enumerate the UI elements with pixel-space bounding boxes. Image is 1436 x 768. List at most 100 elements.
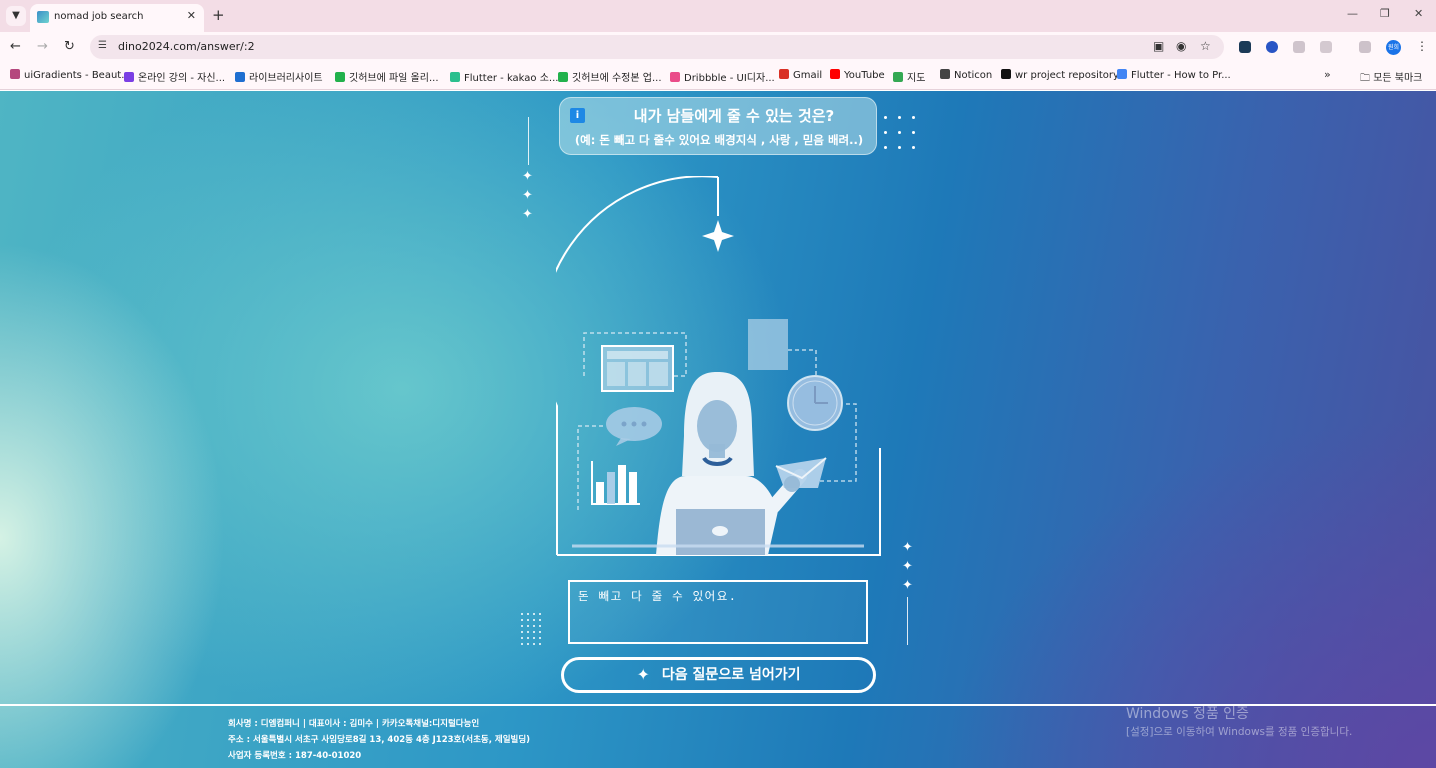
bookmark-label: 지도 (907, 73, 926, 84)
bookmark-favicon-icon (335, 72, 345, 82)
bookmark-label: 온라인 강의 - 자신... (138, 73, 226, 84)
active-tab[interactable]: nomad job search ✕ (30, 4, 204, 32)
tab-strip: ▼ nomad job search ✕ + — ❐ ✕ (0, 0, 1436, 32)
bookmark-favicon-icon (940, 69, 950, 79)
bookmark-favicon-icon (1117, 69, 1127, 79)
back-arrow-icon[interactable]: ← (10, 39, 21, 54)
site-info-icon[interactable]: ☰ (98, 40, 107, 51)
site-favicon-icon (37, 11, 49, 23)
tab-search-button[interactable]: ▼ (6, 6, 26, 26)
bookmark-label: Gmail (793, 70, 823, 81)
minimize-icon[interactable]: — (1347, 7, 1358, 20)
bookmark-label: uiGradients - Beaut... (24, 70, 131, 81)
tab-title: nomad job search (54, 11, 144, 22)
next-question-label: 다음 질문으로 넘어가기 (661, 667, 801, 683)
more-menu-icon[interactable]: ⋮ (1416, 39, 1428, 53)
windows-activation-watermark: Windows 정품 인증 [설정]으로 이동하여 Windows를 정품 인증… (1126, 703, 1352, 739)
decor-line-left (528, 117, 529, 165)
all-bookmarks-folder[interactable]: 🗀 모든 북마크 (1360, 69, 1422, 88)
page-content: ✦ ✦ ✦ ✦ ✦ ✦ i 내가 남들에게 줄 수 있는 것은? (예: 돈 빼… (0, 91, 1436, 768)
chat-bubble-icon (606, 407, 662, 446)
bookmark-item[interactable]: YouTube (830, 69, 885, 83)
watermark-subtitle: [설정]으로 이동하여 Windows를 정품 인증합니다. (1126, 726, 1353, 738)
sparkle-icon: ✦ (902, 559, 913, 574)
sparkle-icon: ✦ (636, 665, 650, 684)
bookmark-favicon-icon (235, 72, 245, 82)
sparkle-icon (702, 220, 734, 252)
tracking-eye-icon[interactable]: ◉ (1176, 39, 1186, 53)
close-window-icon[interactable]: ✕ (1414, 7, 1423, 20)
bookmarks-bar: » 🗀 모든 북마크 uiGradients - Beaut... 온라인 강의 … (0, 62, 1436, 90)
bookmark-item[interactable]: Flutter - How to Pr... (1117, 69, 1231, 83)
next-question-button[interactable]: ✦ 다음 질문으로 넘어가기 (561, 657, 876, 693)
watermark-title: Windows 정품 인증 (1126, 706, 1249, 722)
new-tab-button[interactable]: + (212, 6, 225, 24)
browser-toolbar: ← → ↻ ☰ dino2024.com/answer/:2 ▣ ◉ ☆ 원희 … (0, 32, 1436, 62)
bookmark-favicon-icon (450, 72, 460, 82)
address-bar[interactable]: ☰ dino2024.com/answer/:2 ▣ ◉ ☆ (90, 35, 1224, 59)
bookmark-favicon-icon (1001, 69, 1011, 79)
react-devtools-icon[interactable] (1239, 41, 1251, 53)
decor-dots-bottom (521, 613, 541, 645)
reading-list-icon[interactable] (1359, 41, 1371, 53)
sparkle-icon: ✦ (522, 188, 533, 203)
reload-icon[interactable]: ↻ (64, 39, 75, 54)
more-bookmarks-icon[interactable]: » (1324, 68, 1331, 81)
close-tab-icon[interactable]: ✕ (187, 9, 196, 22)
folder-icon: 🗀 (1360, 73, 1374, 84)
question-title: 내가 남들에게 줄 수 있는 것은? (633, 107, 835, 125)
bookmark-label: YouTube (844, 70, 885, 81)
bookmark-label: Dribbble - UI디자... (684, 73, 775, 84)
decor-line-right (907, 597, 908, 645)
footer-company: 회사명 : 디엠컴퍼니 | 대표이사 : 김미수 | 카카오톡채널:디지털다능인 (228, 719, 480, 729)
bookmark-favicon-icon (558, 72, 568, 82)
question-example: (예: 돈 빼고 다 줄수 있어요 배경지식 , 사랑 , 믿음 배려..) (574, 133, 864, 147)
restore-icon[interactable]: ❐ (1380, 7, 1390, 20)
bookmark-item[interactable]: 라이브러리사이트 (235, 69, 323, 84)
bookmark-label: 깃허브에 파일 올리... (349, 73, 439, 84)
all-bookmarks-label: 모든 북마크 (1373, 73, 1423, 84)
profile-avatar[interactable]: 원희 (1386, 40, 1401, 55)
bookmark-favicon-icon (893, 72, 903, 82)
bookmark-label: 라이브러리사이트 (249, 73, 323, 84)
extension-c-icon[interactable] (1293, 41, 1305, 53)
sparkle-icon: ✦ (522, 207, 533, 222)
sparkle-icon: ✦ (522, 169, 533, 184)
remote-worker-illustration (556, 176, 881, 556)
document-icon (748, 319, 788, 370)
bookmark-label: wr project repository (1015, 70, 1119, 81)
footer: 회사명 : 디엠컴퍼니 | 대표이사 : 김미수 | 카카오톡채널:디지털다능인… (228, 716, 530, 764)
bookmark-label: 깃허브에 수정본 업... (572, 73, 662, 84)
bookmark-label: Flutter - How to Pr... (1131, 70, 1231, 81)
bookmark-label: Noticon (954, 70, 993, 81)
sparkle-icon: ✦ (902, 578, 913, 593)
bookmark-item[interactable]: wr project repository (1001, 69, 1119, 83)
forward-arrow-icon[interactable]: → (37, 39, 48, 54)
bookmark-item[interactable]: Gmail (779, 69, 822, 83)
install-app-icon[interactable]: ▣ (1153, 39, 1164, 53)
extensions-puzzle-icon[interactable] (1320, 41, 1332, 53)
sparkle-icon: ✦ (902, 540, 913, 555)
question-card: i 내가 남들에게 줄 수 있는 것은? (예: 돈 빼고 다 줄수 있어요 배… (559, 97, 877, 155)
bookmark-item[interactable]: 지도 (893, 69, 926, 84)
footer-registration: 사업자 등록번호 : 187-40-01020 (228, 751, 362, 761)
bookmark-star-icon[interactable]: ☆ (1200, 39, 1211, 53)
bookmark-item[interactable]: Flutter - kakao 소... (450, 69, 559, 84)
footer-address: 주소 : 서울특별시 서초구 사임당로8길 13, 402동 4층 J123호(… (228, 735, 531, 745)
answer-textarea[interactable]: 돈 빼고 다 줄 수 있어요. (568, 580, 868, 644)
bookmark-label: Flutter - kakao 소... (464, 73, 559, 84)
bookmark-item[interactable]: Dribbble - UI디자... (670, 69, 775, 84)
bookmark-favicon-icon (779, 69, 789, 79)
bar-chart-icon (591, 461, 640, 505)
bookmark-item[interactable]: 깃허브에 파일 올리... (335, 69, 439, 84)
bookmark-favicon-icon (124, 72, 134, 82)
bookmark-favicon-icon (830, 69, 840, 79)
bookmark-item[interactable]: Noticon (940, 69, 992, 83)
globe-extension-icon[interactable] (1266, 41, 1278, 53)
bookmark-item[interactable]: 온라인 강의 - 자신... (124, 69, 226, 84)
bookmark-favicon-icon (670, 72, 680, 82)
bookmark-item[interactable]: uiGradients - Beaut... (10, 69, 131, 83)
bookmark-item[interactable]: 깃허브에 수정본 업... (558, 69, 662, 84)
chevron-down-icon: ▼ (12, 10, 20, 21)
url-text[interactable]: dino2024.com/answer/:2 (118, 40, 255, 53)
